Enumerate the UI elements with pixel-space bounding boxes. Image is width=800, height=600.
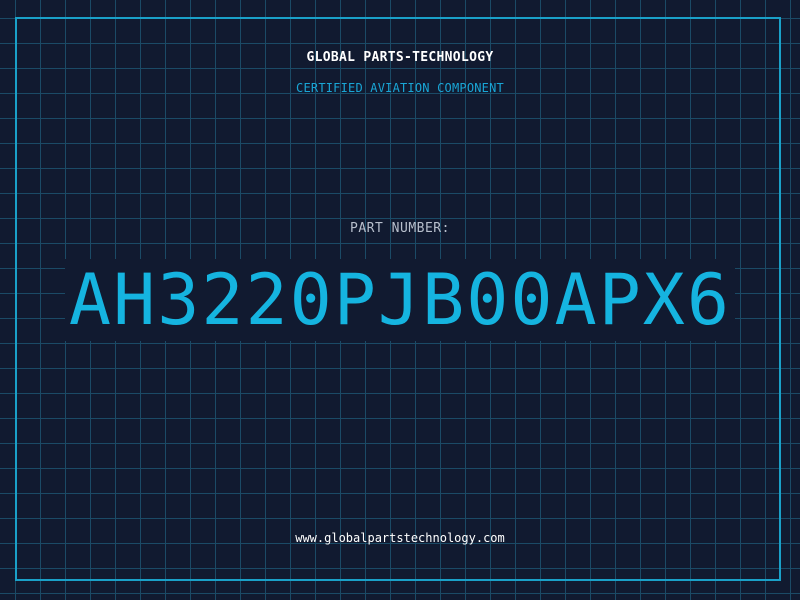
tagline: CERTIFIED AVIATION COMPONENT <box>296 81 504 95</box>
part-number-text: AH3220PJB00APX6 <box>64 259 736 341</box>
brand-name: GLOBAL PARTS-TECHNOLOGY <box>306 50 494 65</box>
website-link[interactable]: www.globalpartstechnology.com <box>0 531 800 545</box>
part-label-card: GLOBAL PARTS-TECHNOLOGY CERTIFIED AVIATI… <box>0 0 800 600</box>
part-number-label: PART NUMBER: <box>350 221 450 236</box>
part-number-value: AH3220PJB00APX6 <box>0 259 800 341</box>
